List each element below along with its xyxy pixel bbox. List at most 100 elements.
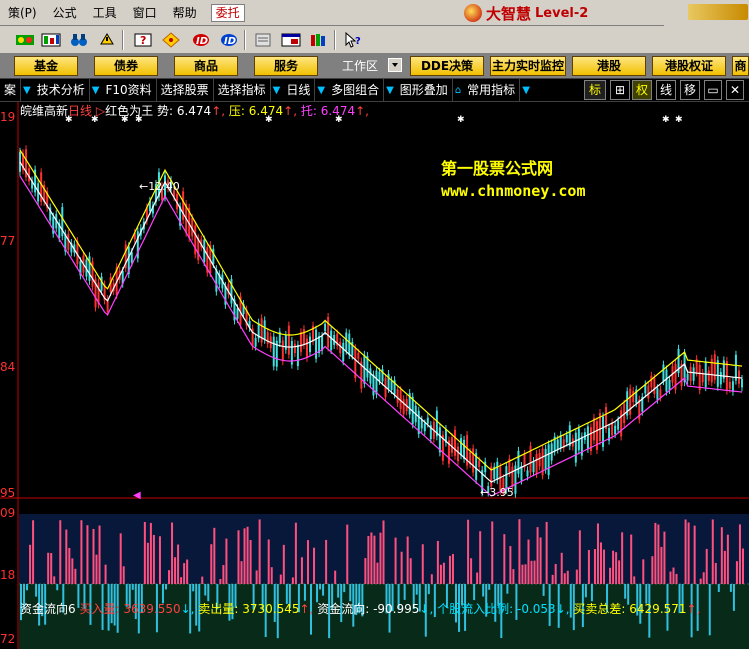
line-toggle[interactable]: 线 <box>656 80 676 100</box>
window-icon[interactable] <box>280 29 302 51</box>
notes-icon[interactable] <box>252 29 274 51</box>
watermark-title: 第一股票公式网 <box>441 159 554 178</box>
books-icon[interactable] <box>308 29 330 51</box>
high-price-value: 12.40 <box>148 180 180 193</box>
flow-buy-bar <box>267 539 270 584</box>
high-price-label: ←12.40 <box>139 180 180 193</box>
flow-buy-bar <box>183 563 186 584</box>
info-red-icon[interactable]: ID <box>190 29 212 51</box>
flow-buy-bar <box>86 525 89 584</box>
quote-icon[interactable] <box>14 29 36 51</box>
minimize-icon[interactable]: ▭ <box>704 80 722 100</box>
crosshair-icon[interactable]: ⊞ <box>610 80 630 100</box>
candle-body <box>263 320 266 340</box>
flow-buy-bar <box>149 522 152 584</box>
flow-sell-bar <box>482 584 485 597</box>
flow-buy-bar <box>560 552 563 584</box>
flow-sell-bar <box>729 584 732 592</box>
sub-item-f10[interactable]: F10资料 <box>101 79 157 101</box>
candle-body <box>293 343 296 354</box>
menu-item-formula[interactable]: 公式 <box>45 0 85 26</box>
chart-area[interactable]: ✱ ✱ ✱ ✱ ✱ ✱ ✱ ✱ ✱ ◀ 19 77 84 95 09 18 72 皖维高新日线 ▷… <box>0 102 749 649</box>
flow-buy-bar <box>255 570 258 584</box>
close-icon[interactable]: ✕ <box>726 80 744 100</box>
flow-buy-bar <box>738 524 741 584</box>
dropdown-arrow-icon[interactable]: ▼ <box>90 85 102 96</box>
flow-buy-bar <box>651 556 654 584</box>
candle-body <box>653 378 656 395</box>
service-button[interactable]: 服务 <box>254 56 318 76</box>
sub-item-tech-analysis[interactable]: 技术分析 <box>33 79 90 101</box>
flow-sell-bar <box>708 584 711 636</box>
more-button[interactable]: 商 <box>732 56 749 76</box>
price-axis-label: 19 <box>0 110 16 124</box>
entrust-button[interactable]: 委托 <box>210 3 245 22</box>
flow-buy-bar <box>119 533 122 584</box>
dropdown-arrow-icon[interactable]: ▼ <box>384 85 396 96</box>
candle-body <box>450 437 453 453</box>
hk-stock-button[interactable]: 港股 <box>572 56 646 76</box>
dropdown-arrow-icon[interactable]: ▼ <box>271 85 283 96</box>
menu-item-help[interactable]: 帮助 <box>165 0 205 26</box>
flow-buy-bar <box>503 534 506 584</box>
flow-buy-bar <box>59 520 62 584</box>
flow-buy-bar <box>618 560 621 584</box>
chart-canvas[interactable]: ✱ ✱ ✱ ✱ ✱ ✱ ✱ ✱ ✱◀ <box>0 102 749 649</box>
flow-buy-bar <box>600 542 602 584</box>
flow-buy-bar <box>575 569 578 584</box>
menu-item-policy[interactable]: 策(P) <box>0 0 45 26</box>
lock-icon[interactable]: ⌂ <box>453 85 463 96</box>
menu-item-window[interactable]: 窗口 <box>125 0 165 26</box>
dropdown-arrow-icon[interactable]: ▼ <box>21 85 33 96</box>
chart-grid-icon[interactable] <box>40 29 62 51</box>
legend-pressure-value: 6.474 <box>248 104 284 118</box>
flow-buy-bar <box>146 542 149 584</box>
sub-item-common-indicator[interactable]: 常用指标 <box>463 79 521 101</box>
move-toggle[interactable]: 移 <box>680 80 700 100</box>
candle-body <box>629 388 632 415</box>
diamond-icon[interactable] <box>160 29 182 51</box>
candle-body <box>698 364 701 391</box>
help-cursor-icon[interactable]: ? <box>342 29 364 51</box>
dropdown-arrow-icon[interactable]: ▼ <box>315 85 327 96</box>
flow-buy-bar <box>270 567 273 584</box>
binoculars-icon[interactable] <box>68 29 90 51</box>
flow-sell-bar <box>415 584 418 595</box>
sub-item-case[interactable]: 案 <box>0 79 22 101</box>
dde-decision-button[interactable]: DDE决策 <box>410 56 484 76</box>
sub-item-overlay[interactable]: 图形叠加 <box>396 79 453 101</box>
alert-icon[interactable] <box>96 29 118 51</box>
flow-sell-bar <box>303 584 306 601</box>
candle-body <box>707 370 710 382</box>
workzone-dropdown-icon[interactable] <box>388 58 402 72</box>
sub-item-select-stock[interactable]: 选择股票 <box>157 79 214 101</box>
flow-buy-bar <box>596 523 599 584</box>
rights-toggle[interactable]: 权 <box>632 80 652 100</box>
sub-item-multi-chart[interactable]: 多图组合 <box>327 79 385 101</box>
flow-buy-bar <box>92 528 95 584</box>
flow-buy-bar <box>74 568 77 584</box>
candle-body <box>396 389 399 403</box>
flow-sell-bar <box>131 584 134 590</box>
sub-item-daily[interactable]: 日线 <box>282 79 316 101</box>
candle-body <box>650 375 653 388</box>
candle-body <box>287 325 290 355</box>
candle-body <box>309 336 311 353</box>
question-icon[interactable]: ? <box>132 29 154 51</box>
menu-item-tools[interactable]: 工具 <box>85 0 125 26</box>
commodity-button[interactable]: 商品 <box>174 56 238 76</box>
main-monitor-button[interactable]: 主力实时监控 <box>490 56 566 76</box>
mark-toggle[interactable]: 标 <box>584 80 606 100</box>
flow-diff-label: 买卖总差 <box>573 602 622 616</box>
info-blue-icon[interactable]: ID <box>218 29 240 51</box>
brand-name: 大智慧 <box>486 4 532 23</box>
fund-button[interactable]: 基金 <box>14 56 78 76</box>
bond-button[interactable]: 债券 <box>94 56 158 76</box>
sub-item-select-indicator[interactable]: 选择指标 <box>214 79 271 101</box>
dropdown-arrow-icon[interactable]: ▼ <box>520 85 532 96</box>
flow-sell-bar <box>165 584 167 590</box>
hk-warrant-button[interactable]: 港股权证 <box>652 56 726 76</box>
candle-body <box>511 466 514 488</box>
candle-body <box>595 421 598 450</box>
candle-body <box>372 374 375 396</box>
